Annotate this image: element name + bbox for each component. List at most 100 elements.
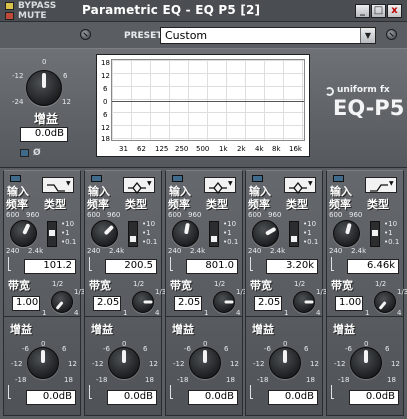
master-gain-scale-label: -12 bbox=[12, 72, 24, 80]
band-gain-value[interactable]: 0.0dB bbox=[349, 390, 399, 405]
band-freq-knob[interactable] bbox=[91, 220, 118, 247]
band-bw-value[interactable]: 2.05 bbox=[93, 296, 121, 311]
graph-x-tick: 500 bbox=[196, 145, 210, 153]
band-input-led[interactable] bbox=[333, 175, 344, 182]
restore-button[interactable]: □ bbox=[371, 4, 386, 18]
minimize-button[interactable]: _ bbox=[355, 4, 370, 18]
graph-y-tick: 6 bbox=[103, 85, 108, 93]
band-bw-value[interactable]: 2.05 bbox=[254, 296, 282, 311]
type-option-label: •1 bbox=[142, 229, 151, 237]
band-gain-value[interactable]: 0.0dB bbox=[268, 390, 318, 405]
band-bw-label: 带宽 bbox=[170, 279, 192, 292]
band-input-led[interactable] bbox=[252, 175, 263, 182]
gain-scale-label: 6 bbox=[385, 345, 390, 353]
band-type-label: 类型 bbox=[286, 198, 308, 211]
gain-bracket bbox=[170, 385, 173, 399]
brand-mark-icon bbox=[325, 87, 334, 96]
gain-scale-label: 12 bbox=[310, 360, 319, 368]
band-freq-value[interactable]: 200.5 bbox=[105, 259, 157, 274]
band-bw-label: 带宽 bbox=[8, 279, 30, 292]
band-bw-knob[interactable] bbox=[132, 291, 154, 313]
band-gain-knob[interactable] bbox=[350, 347, 382, 379]
band-gain-knob[interactable] bbox=[189, 347, 221, 379]
brand-logo: uniform fx EQ-P5 bbox=[325, 84, 404, 124]
band-freq-knob[interactable] bbox=[333, 220, 360, 247]
gain-scale-label: 12 bbox=[391, 360, 400, 368]
band-type-switch[interactable] bbox=[128, 221, 138, 247]
band-bw-knob[interactable] bbox=[293, 291, 315, 313]
gain-scale-label: -18 bbox=[15, 376, 27, 384]
band-freq-value[interactable]: 801.0 bbox=[186, 259, 238, 274]
band-bw-value[interactable]: 1.00 bbox=[12, 296, 40, 311]
chevron-down-icon: ▼ bbox=[228, 180, 233, 187]
chevron-down-icon: ▼ bbox=[147, 180, 152, 187]
band-filter-type-select[interactable]: ▼ bbox=[204, 177, 236, 195]
band-type-label: 类型 bbox=[125, 198, 147, 211]
band-gain-knob[interactable] bbox=[108, 347, 140, 379]
band-bw-knob[interactable] bbox=[374, 291, 396, 313]
gain-bracket bbox=[8, 385, 11, 399]
preset-select[interactable]: Custom ▼ bbox=[160, 27, 376, 44]
band-freq-value[interactable]: 101.2 bbox=[24, 259, 76, 274]
band-freq-knob[interactable] bbox=[252, 220, 279, 247]
phase-symbol: Ø bbox=[33, 148, 41, 158]
master-gain-scale-label: -24 bbox=[12, 98, 24, 106]
band-filter-type-select[interactable]: ▼ bbox=[365, 177, 397, 193]
band-type-switch[interactable] bbox=[289, 221, 299, 247]
freq-scale-label: 960 bbox=[26, 211, 40, 219]
band-1: 输入 ▼ 频率 类型 600 960 240 2.4k •10 •1 •0.1 … bbox=[3, 170, 85, 416]
master-gain-scale-label: 12 bbox=[62, 98, 71, 106]
band-input-led[interactable] bbox=[91, 175, 102, 182]
band-input-led[interactable] bbox=[172, 175, 183, 182]
freq-bracket bbox=[170, 257, 173, 271]
band-bw-value[interactable]: 2.05 bbox=[174, 296, 202, 311]
gain-scale-label: 6 bbox=[62, 345, 67, 353]
band-freq-value[interactable]: 6.46k bbox=[347, 259, 399, 274]
freq-bracket bbox=[8, 257, 11, 271]
band-input-led[interactable] bbox=[10, 175, 21, 182]
type-option-label: •1 bbox=[384, 229, 393, 237]
band-freq-value[interactable]: 3.20k bbox=[266, 259, 318, 274]
graph-x-tick: 62 bbox=[137, 145, 146, 153]
master-gain-value[interactable]: 0.0dB bbox=[20, 127, 68, 142]
type-option-label: •0.1 bbox=[142, 238, 158, 246]
band-gain-label: 增益 bbox=[252, 323, 274, 336]
band-gain-knob[interactable] bbox=[269, 347, 301, 379]
band-filter-type-select[interactable]: ▼ bbox=[42, 177, 74, 193]
preset-row: PRESET Custom ▼ bbox=[0, 22, 407, 46]
freq-scale-label: 600 bbox=[168, 211, 182, 219]
freq-scale-label: 2.4k bbox=[109, 247, 125, 255]
window-title: Parametric EQ - EQ P5 [2] bbox=[82, 3, 261, 17]
band-freq-knob[interactable] bbox=[172, 220, 199, 247]
band-type-switch[interactable] bbox=[370, 221, 380, 247]
gain-scale-label: 18 bbox=[64, 376, 73, 384]
freq-scale-label: 960 bbox=[107, 211, 121, 219]
freq-scale-label: 240 bbox=[6, 247, 20, 255]
band-bw-knob[interactable] bbox=[213, 291, 235, 313]
gain-scale-label: -12 bbox=[92, 360, 104, 368]
band-gain-value[interactable]: 0.0dB bbox=[188, 390, 238, 405]
band-freq-knob[interactable] bbox=[10, 220, 37, 247]
phase-led[interactable] bbox=[20, 149, 29, 157]
chevron-down-icon[interactable]: ▼ bbox=[360, 28, 375, 43]
band-bw-knob[interactable] bbox=[51, 291, 73, 313]
band-gain-value[interactable]: 0.0dB bbox=[107, 390, 157, 405]
master-gain-knob[interactable] bbox=[26, 70, 62, 106]
band-filter-type-select[interactable]: ▼ bbox=[284, 177, 316, 195]
bw-scale-label: 1/2 bbox=[375, 280, 387, 288]
band-bw-value[interactable]: 1.00 bbox=[335, 296, 363, 311]
graph-x-tick: 2k bbox=[237, 145, 246, 153]
bypass-led[interactable] bbox=[5, 2, 14, 10]
band-gain-knob[interactable] bbox=[27, 347, 59, 379]
band-type-switch[interactable] bbox=[209, 221, 219, 247]
graph-x-tick: 125 bbox=[155, 145, 169, 153]
band-filter-type-select[interactable]: ▼ bbox=[123, 177, 155, 195]
close-button[interactable]: x bbox=[387, 4, 402, 18]
bw-scale-label: 1/2 bbox=[52, 280, 64, 288]
band-type-switch[interactable] bbox=[47, 221, 57, 247]
eq-graph[interactable]: 18 12 6 0 6 12 18 31 62 125 250 500 1k 2… bbox=[96, 54, 310, 157]
band-gain-value[interactable]: 0.0dB bbox=[26, 390, 76, 405]
type-option-label: •0.1 bbox=[61, 238, 77, 246]
gain-scale-label: 6 bbox=[224, 345, 229, 353]
mute-led[interactable] bbox=[5, 12, 14, 20]
